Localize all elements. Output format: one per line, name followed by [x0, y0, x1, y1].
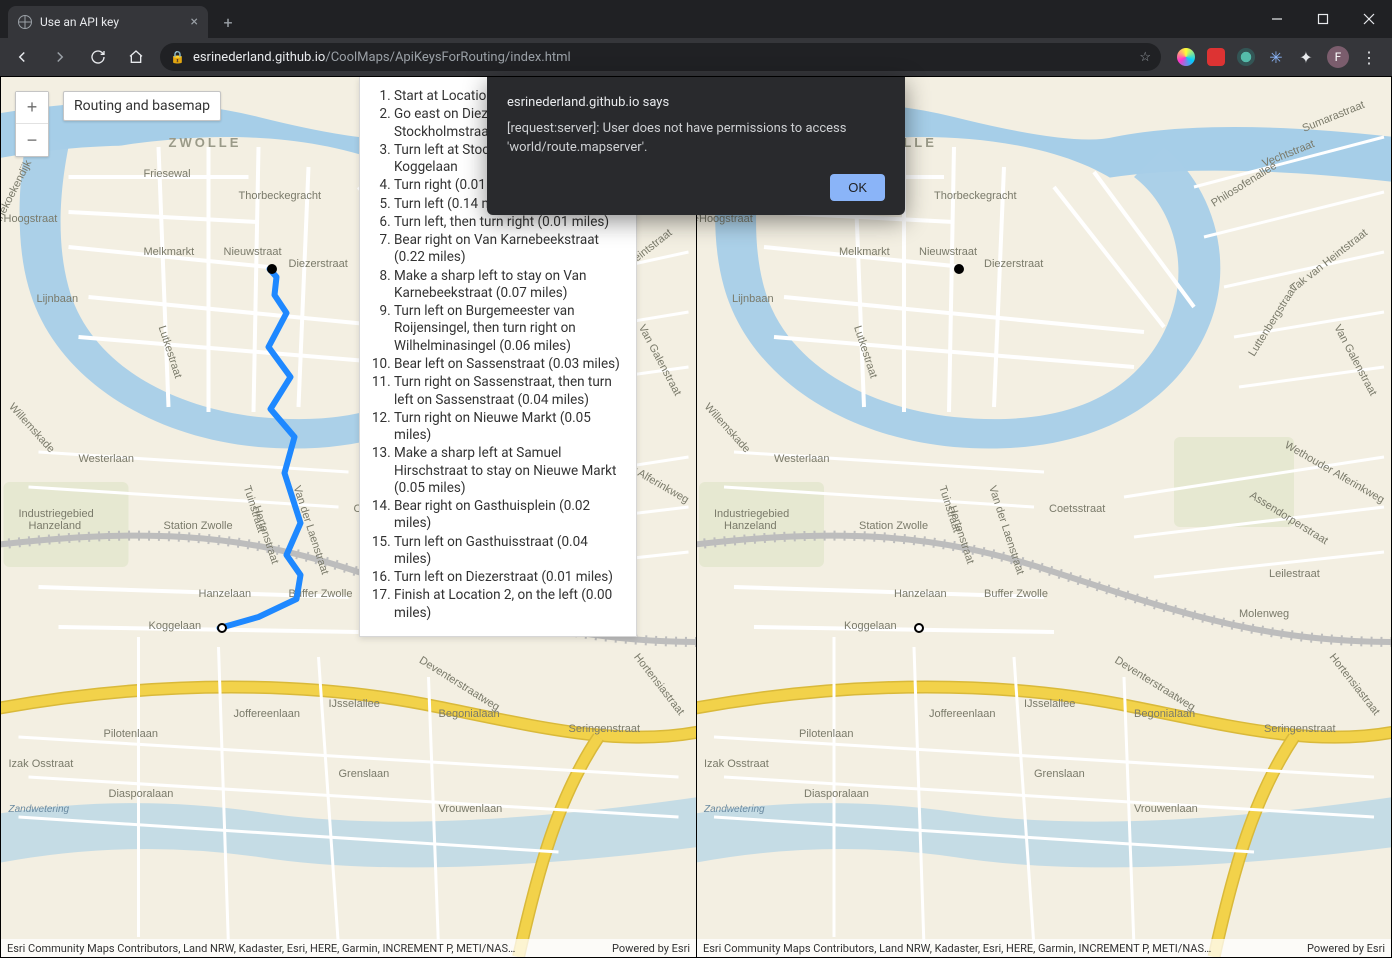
direction-step: Turn right on Sassenstraat, then turn le… [394, 374, 624, 409]
attribution-powered: Powered by Esri [1307, 942, 1385, 955]
direction-step: Finish at Location 2, on the left (0.00 … [394, 587, 624, 622]
direction-step: Bear right on Gasthuisplein (0.02 miles) [394, 498, 624, 533]
tab-strip: Use an API key × + [0, 0, 242, 38]
direction-step: Turn left on Burgemeester van Roijensing… [394, 303, 624, 355]
dialog-ok-button[interactable]: OK [830, 174, 885, 201]
direction-step: Bear left on Sassenstraat (0.03 miles) [394, 356, 624, 373]
url-text: esrinederland.github.io/CoolMaps/ApiKeys… [193, 50, 571, 65]
extension-icons: ✳ ✦ F ⋮ [1171, 46, 1384, 68]
direction-step: Turn left on Gasthuisstraat (0.04 miles) [394, 534, 624, 569]
kebab-menu-icon[interactable]: ⋮ [1361, 48, 1378, 67]
javascript-alert-dialog: esrinederland.github.io says [request:se… [487, 77, 905, 215]
page-content: ZWOLLE Friesewal Thorbeckegracht Panneko… [0, 76, 1392, 958]
window-minimize-button[interactable] [1254, 0, 1300, 38]
extensions-puzzle-icon[interactable]: ✦ [1297, 48, 1315, 66]
extension-icon-3[interactable] [1237, 48, 1255, 66]
browser-toolbar: 🔒 esrinederland.github.io/CoolMaps/ApiKe… [0, 38, 1392, 76]
home-button[interactable] [122, 43, 150, 71]
direction-step: Turn left, then turn right (0.01 miles) [394, 214, 624, 231]
profile-avatar[interactable]: F [1327, 46, 1349, 68]
globe-icon [18, 15, 32, 29]
browser-titlebar: Use an API key × + [0, 0, 1392, 38]
tab-close-icon[interactable]: × [191, 14, 198, 30]
direction-step: Turn left on Diezerstraat (0.01 miles) [394, 569, 624, 586]
zoom-control-left: + − [15, 91, 49, 157]
extension-icon-2[interactable] [1207, 48, 1225, 66]
attribution-text: Esri Community Maps Contributors, Land N… [7, 942, 515, 955]
address-bar[interactable]: 🔒 esrinederland.github.io/CoolMaps/ApiKe… [160, 43, 1161, 71]
reload-button[interactable] [84, 43, 112, 71]
extension-icon-1[interactable] [1177, 48, 1195, 66]
marker-start-left [267, 264, 277, 274]
marker-end-left [217, 623, 227, 633]
dialog-heading: esrinederland.github.io says [507, 95, 885, 110]
attribution-powered: Powered by Esri [612, 942, 690, 955]
extension-icon-4[interactable]: ✳ [1267, 48, 1285, 66]
window-maximize-button[interactable] [1300, 0, 1346, 38]
marker-start-right [954, 264, 964, 274]
forward-button[interactable] [46, 43, 74, 71]
dialog-message: [request:server]: User does not have per… [507, 120, 885, 158]
back-button[interactable] [8, 43, 36, 71]
url-host: esrinederland.github.io [193, 50, 325, 65]
direction-step: Make a sharp left to stay on Van Karnebe… [394, 268, 624, 303]
attribution-left: Esri Community Maps Contributors, Land N… [1, 939, 696, 957]
window-close-button[interactable] [1346, 0, 1392, 38]
lock-icon: 🔒 [170, 50, 185, 64]
toggle-routing-basemap[interactable]: Routing and basemap [63, 91, 221, 121]
bookmark-star-icon[interactable]: ☆ [1139, 50, 1151, 65]
zoom-out-button[interactable]: − [16, 124, 48, 156]
direction-step: Turn right on Nieuwe Markt (0.05 miles) [394, 410, 624, 445]
tab-title: Use an API key [40, 15, 119, 29]
url-path: /CoolMaps/ApiKeysForRouting/index.html [325, 50, 570, 65]
zoom-in-button[interactable]: + [16, 92, 48, 124]
direction-step: Bear right on Van Karnebeekstraat (0.22 … [394, 232, 624, 267]
new-tab-button[interactable]: + [214, 8, 242, 36]
browser-tab-active[interactable]: Use an API key × [8, 6, 208, 38]
marker-end-right [914, 623, 924, 633]
window-controls [1254, 0, 1392, 38]
attribution-right: Esri Community Maps Contributors, Land N… [697, 939, 1391, 957]
direction-step: Make a sharp left at Samuel Hirschstraat… [394, 445, 624, 497]
attribution-text: Esri Community Maps Contributors, Land N… [703, 942, 1211, 955]
